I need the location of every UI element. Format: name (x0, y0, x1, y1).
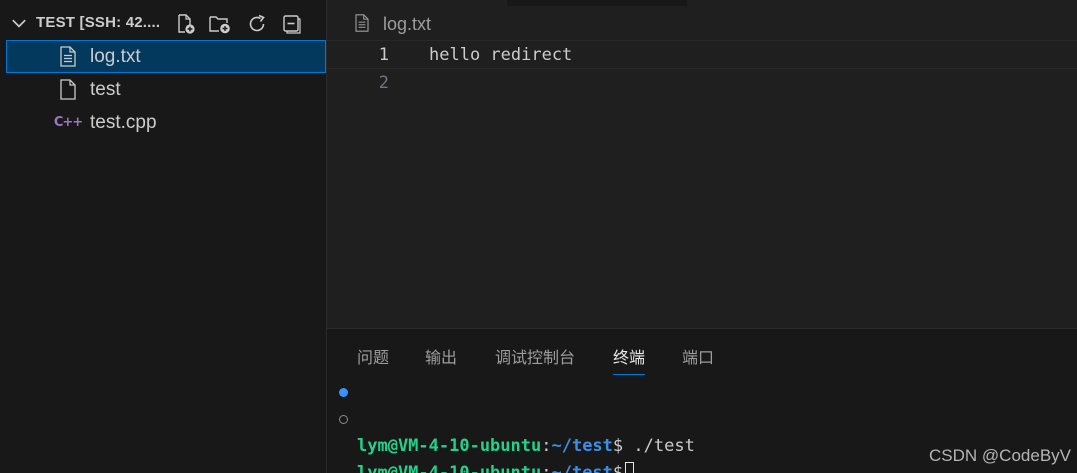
folder-title: TEST [SSH: 42.... (36, 14, 161, 31)
prompt-user: lym@VM-4-10-ubuntu (357, 463, 542, 473)
explorer-sidebar: TEST [SSH: 42.... log.txt test C++ test.… (0, 0, 327, 473)
command-success-icon[interactable] (339, 388, 348, 397)
file-item-log-txt[interactable]: log.txt (6, 40, 326, 73)
prompt-symbol: $ (612, 436, 624, 456)
new-file-icon[interactable] (174, 12, 198, 36)
line-number: 2 (378, 73, 389, 93)
text-file-icon (355, 14, 369, 32)
breadcrumb-file[interactable]: log.txt (383, 14, 431, 35)
cpp-file-icon: C++ (54, 113, 83, 133)
file-icon (58, 79, 78, 100)
cpp-glyph: C++ (53, 115, 83, 130)
panel-tabs: 问题 输出 调试控制台 终端 端口 (327, 329, 1077, 375)
tab-terminal[interactable]: 终端 (613, 344, 646, 375)
vscode-window: TEST [SSH: 42.... log.txt test C++ test.… (0, 0, 1077, 473)
terminal-command: ./test (623, 436, 695, 456)
prompt-separator: : (541, 463, 552, 473)
file-tree: log.txt test C++ test.cpp (0, 40, 326, 139)
line-number: 1 (378, 45, 389, 65)
new-folder-icon[interactable] (208, 12, 232, 36)
command-idle-icon[interactable] (339, 415, 348, 424)
code-line[interactable]: 1 hello redirect (327, 40, 1077, 69)
file-name: test (90, 78, 121, 100)
code-line[interactable]: 2 (327, 69, 1077, 98)
code-view[interactable]: 1 hello redirect 2 (327, 40, 1077, 98)
file-name: log.txt (90, 45, 141, 67)
prompt-path: ~/test (551, 436, 613, 456)
terminal[interactable]: lym@VM-4-10-ubuntu:~/test$ ./test lym@VM… (327, 379, 1077, 473)
text-file-icon (58, 46, 78, 67)
tab-problems[interactable]: 问题 (357, 344, 389, 374)
prompt-symbol: $ (612, 463, 624, 473)
chevron-down-icon[interactable] (10, 14, 28, 32)
file-item-test[interactable]: test (0, 73, 326, 106)
watermark: CSDN @CodeByV (929, 446, 1071, 465)
refresh-icon[interactable] (245, 12, 269, 36)
terminal-line: lym@VM-4-10-ubuntu:~/test$ ./test (327, 379, 1077, 456)
file-name: test.cpp (90, 111, 157, 133)
file-item-test-cpp[interactable]: C++ test.cpp (0, 106, 326, 139)
prompt-separator: : (541, 436, 552, 456)
collapse-all-icon[interactable] (280, 12, 304, 36)
terminal-line: lym@VM-4-10-ubuntu:~/test$ (327, 406, 1077, 473)
prompt-path: ~/test (551, 463, 613, 473)
terminal-cursor[interactable] (625, 462, 635, 473)
tab-debug-console[interactable]: 调试控制台 (495, 344, 575, 374)
bottom-panel: 问题 输出 调试控制台 终端 端口 lym@VM-4-10-ubuntu:~/t… (327, 328, 1077, 473)
tab-ports[interactable]: 端口 (682, 344, 714, 374)
terminal-prompt: lym@VM-4-10-ubuntu:~/test$ (357, 460, 635, 473)
tab-output[interactable]: 输出 (425, 344, 457, 374)
editor-area[interactable]: log.txt 1 hello redirect 2 (327, 0, 1077, 328)
breadcrumb[interactable]: log.txt (327, 6, 1077, 40)
explorer-folder-header[interactable]: TEST [SSH: 42.... (0, 6, 326, 40)
line-text[interactable]: hello redirect (429, 41, 572, 70)
